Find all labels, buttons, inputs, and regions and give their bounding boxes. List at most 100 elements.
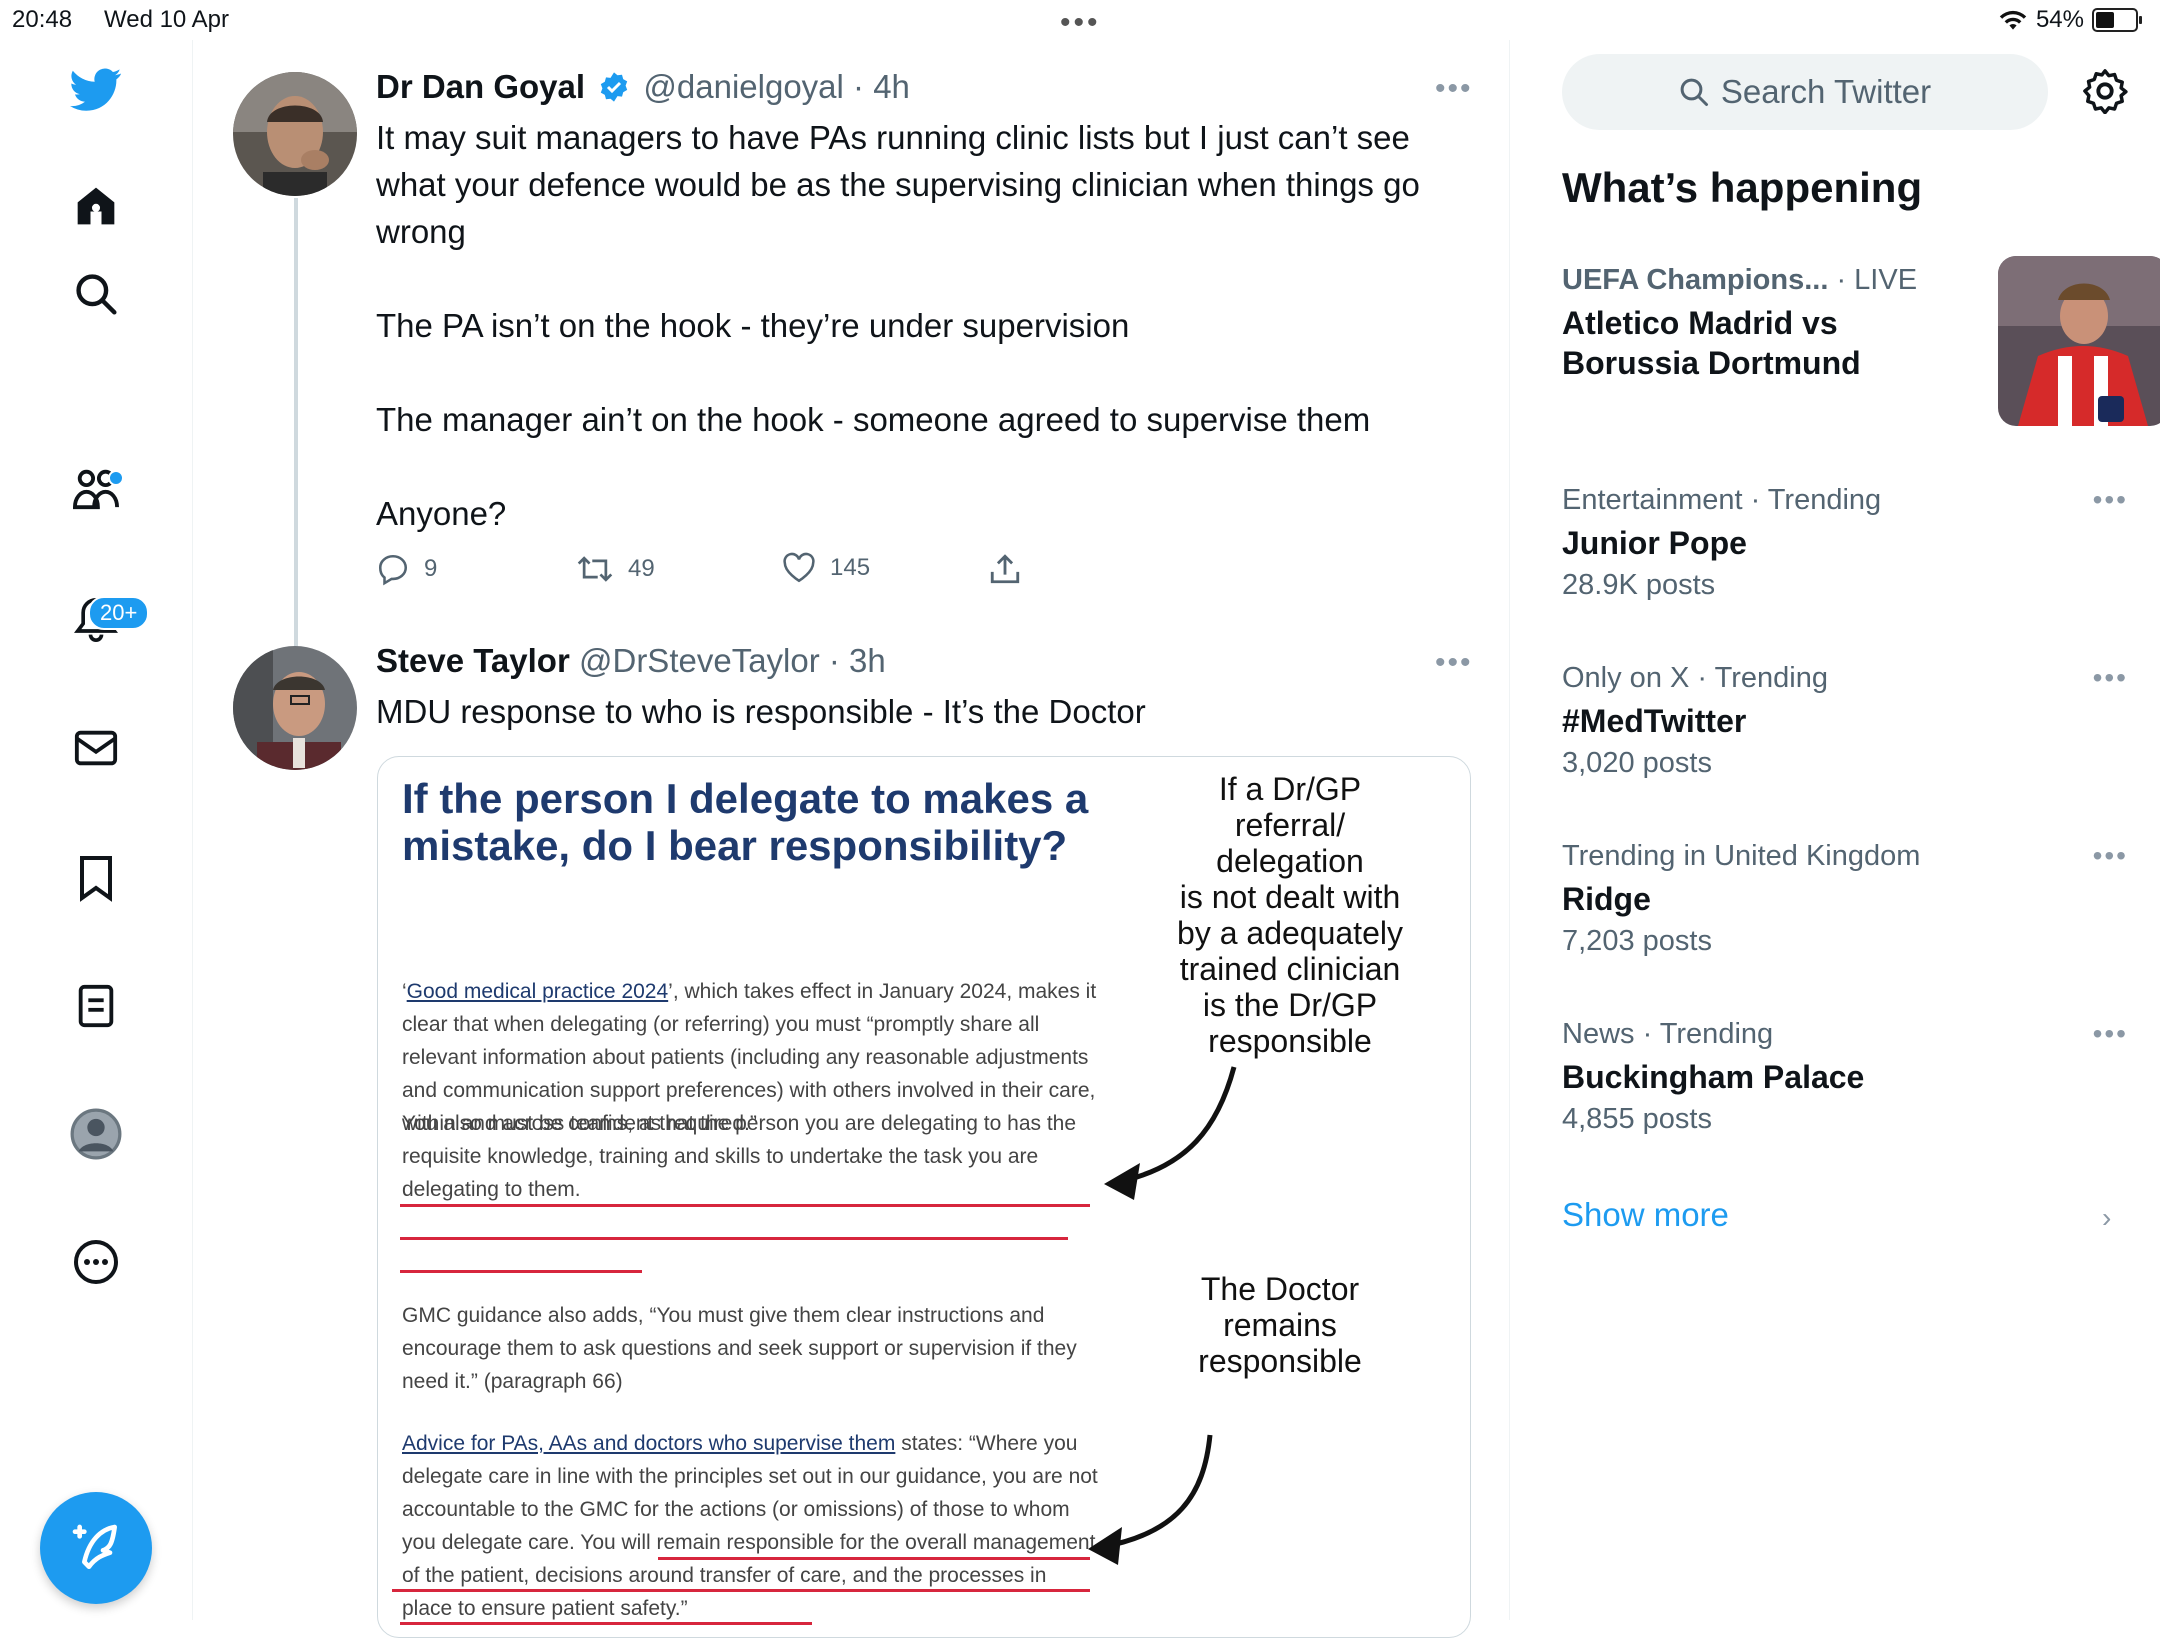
trend-title: Junior Pope [1562, 525, 1747, 561]
bookmarks-icon[interactable] [64, 846, 128, 910]
right-sidebar: Search Twitter What’s happening UEFA Cha… [1510, 40, 2160, 1620]
avatar-dan-goyal[interactable] [233, 72, 357, 196]
arrow-icon [1088, 1434, 1213, 1565]
more-icon[interactable] [64, 1230, 128, 1294]
like-count: 145 [830, 554, 871, 581]
compose-button[interactable] [40, 1492, 152, 1604]
doc-paragraph-4: Advice for PAs, AAs and doctors who supe… [402, 1432, 1098, 1620]
profile-icon[interactable] [64, 1102, 128, 1166]
chevron-right-icon: › [2102, 1202, 2112, 1233]
tweet1-text: It may suit managers to have PAs running… [376, 119, 1420, 532]
trend-context: News · Trending [1562, 1018, 1774, 1050]
tweet2-author-name[interactable]: Steve Taylor [376, 642, 570, 679]
trend-count: 28.9K posts [1562, 569, 1716, 601]
status-bar: 20:48 Wed 10 Apr ••• 54% [0, 0, 2160, 40]
trend-more-button[interactable]: ••• [2093, 1018, 2128, 1050]
trend-count: 3,020 posts [1562, 747, 1712, 779]
tweet1-author-name[interactable]: Dr Dan Goyal [376, 68, 585, 105]
status-date: Wed 10 Apr [104, 6, 229, 33]
underline [400, 1204, 1090, 1207]
tweet2-image[interactable]: If the person I delegate to makes a mist… [377, 756, 1471, 1638]
underline [400, 1237, 1068, 1240]
search-icon[interactable] [64, 262, 128, 326]
tweet2-handle[interactable]: @DrSteveTaylor [579, 642, 820, 679]
trend-item[interactable]: News · Trending Buckingham Palace 4,855 … [1562, 1018, 2126, 1136]
multitasking-dots[interactable]: ••• [1060, 6, 1101, 40]
notifications-badge: 20+ [88, 596, 150, 630]
wifi-icon [1999, 10, 2027, 30]
communities-dot [108, 470, 124, 486]
tweet2-more-button[interactable]: ••• [1435, 646, 1473, 680]
underline [400, 1622, 812, 1625]
doc-paragraph-3: GMC guidance also adds, “You must give t… [402, 1304, 1077, 1393]
tweet2-header: Steve Taylor @DrSteveTaylor · 3h [376, 642, 886, 679]
show-more-link[interactable]: Show more [1562, 1196, 1729, 1234]
arrow-icon [1104, 1066, 1237, 1200]
share-icon [990, 554, 1020, 584]
retweet-icon [577, 556, 613, 582]
retweet-button[interactable]: 49 [576, 552, 655, 586]
verified-badge-icon [601, 72, 628, 102]
doc-title: If the person I delegate to makes a mist… [402, 775, 1089, 869]
doc-paragraph-2: You also must be confident that the pers… [402, 1112, 1077, 1201]
trend-item[interactable]: Trending in United Kingdom Ridge 7,203 p… [1562, 840, 2126, 958]
search-icon [1680, 78, 1708, 106]
main-timeline: Dr Dan Goyal @danielgoyal · 4h ••• It ma… [193, 40, 1510, 1638]
whats-happening-heading: What’s happening [1562, 164, 1923, 211]
live-label: · LIVE [1836, 264, 1918, 296]
trend-count: 4,855 posts [1562, 1103, 1712, 1135]
tweet1-header: Dr Dan Goyal @danielgoyal · 4h [376, 68, 910, 105]
trend-title: Buckingham Palace [1562, 1059, 1865, 1095]
thread-line [294, 198, 298, 683]
gmp-link: Good medical practice 2024 [406, 980, 669, 1003]
annotation-answer: The Doctor remains responsible [1198, 1271, 1362, 1379]
trend-live-item[interactable]: UEFA Champions... · LIVE Atletico Madrid… [1562, 256, 2160, 426]
share-button[interactable] [988, 552, 1022, 586]
underline [400, 1270, 642, 1273]
messages-icon[interactable] [64, 716, 128, 780]
compose-icon [72, 1524, 117, 1569]
reply-icon [378, 554, 408, 586]
annotation-question: If a Dr/GP referral/ delegation is not d… [1177, 771, 1403, 1059]
status-time: 20:48 [12, 6, 73, 33]
reply-button[interactable]: 9 [376, 552, 437, 586]
trend-more-button[interactable]: ••• [2093, 662, 2128, 694]
underline [392, 1589, 1090, 1592]
retweet-count: 49 [628, 555, 655, 582]
like-button[interactable]: 145 [782, 552, 870, 584]
battery-icon [2092, 8, 2142, 32]
pa-advice-link: Advice for PAs, AAs and doctors who supe… [402, 1432, 896, 1455]
avatar-steve-taylor[interactable] [233, 646, 357, 770]
trend-context: Only on X · Trending [1562, 662, 1828, 694]
gear-icon [2083, 69, 2128, 115]
live-context: UEFA Champions... [1562, 264, 1829, 296]
tweet2-time[interactable]: 3h [849, 642, 886, 679]
underline [658, 1557, 1090, 1560]
settings-button[interactable] [2082, 68, 2128, 119]
trend-item[interactable]: Only on X · Trending #MedTwitter 3,020 p… [1562, 662, 2126, 780]
tweet2-text: MDU response to who is responsible - It’… [376, 693, 1146, 730]
left-nav: 20+ [0, 40, 193, 1620]
live-title: Atletico Madrid vs Borussia Dortmund [1562, 305, 1861, 381]
tweet1-handle[interactable]: @danielgoyal [643, 68, 843, 105]
trend-title: Ridge [1562, 881, 1651, 917]
trend-title: #MedTwitter [1562, 703, 1747, 739]
trend-context: Trending in United Kingdom [1562, 840, 1921, 872]
trend-item[interactable]: Entertainment · Trending Junior Pope 28.… [1562, 484, 2126, 602]
reply-count: 9 [424, 555, 438, 582]
tweet1-time[interactable]: 4h [873, 68, 910, 105]
trend-more-button[interactable]: ••• [2093, 840, 2128, 872]
trend-count: 7,203 posts [1562, 925, 1712, 957]
search-placeholder: Search Twitter [1720, 73, 1932, 110]
tweet1-more-button[interactable]: ••• [1435, 72, 1473, 106]
search-input[interactable]: Search Twitter [1562, 54, 2048, 130]
home-icon[interactable] [64, 174, 128, 238]
status-right: 54% [1998, 6, 2142, 34]
trend-more-button[interactable]: ••• [2093, 484, 2128, 516]
battery-percent: 54% [2035, 6, 2084, 33]
communities-icon[interactable] [64, 456, 128, 520]
twitter-logo-icon[interactable] [64, 58, 128, 122]
live-thumbnail [1998, 256, 2160, 426]
lists-icon[interactable] [64, 974, 128, 1038]
trend-context: Entertainment · Trending [1562, 484, 1882, 516]
